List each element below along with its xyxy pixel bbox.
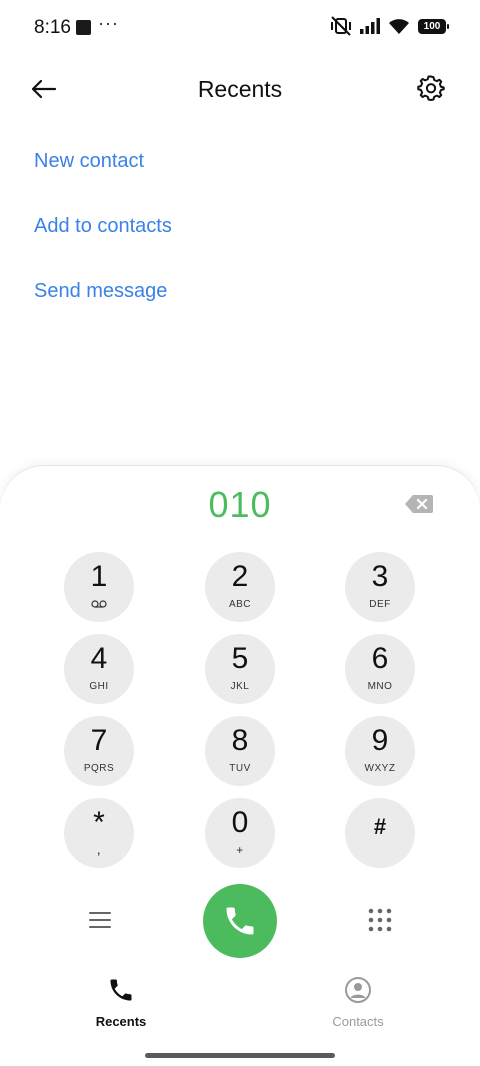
vibrate-off-icon (331, 16, 351, 36)
dialpad-key-1[interactable]: 1 (64, 552, 134, 622)
screen: 8:16 ··· 100 Recents New contact Add to … (0, 0, 480, 1066)
home-indicator[interactable] (145, 1053, 335, 1058)
call-button[interactable] (203, 884, 277, 958)
recent-actions: New contact Add to contacts Send message (34, 146, 172, 341)
tab-contacts[interactable]: Contacts (288, 976, 428, 1029)
status-icons: 100 (330, 16, 449, 36)
key-digit: 4 (90, 642, 108, 675)
bottom-nav: Recents Contacts (0, 976, 480, 1036)
key-digit: 0 (231, 806, 249, 839)
key-letters: DEF (369, 599, 391, 610)
dialpad-key-5[interactable]: 5 JKL (205, 634, 275, 704)
key-letters: + (236, 843, 244, 857)
key-digit: 3 (371, 560, 389, 593)
wifi-icon (389, 18, 409, 34)
send-message-link[interactable]: Send message (34, 276, 172, 341)
settings-button[interactable] (416, 73, 448, 105)
menu-button[interactable] (86, 906, 114, 934)
key-digit: * (93, 806, 105, 839)
dialpad-key-7[interactable]: 7 PQRS (64, 716, 134, 786)
tab-recents[interactable]: Recents (51, 976, 191, 1029)
key-letters: GHI (89, 681, 109, 692)
phone-icon (226, 907, 254, 935)
voicemail-icon (91, 600, 107, 608)
key-letters: , (96, 841, 102, 857)
key-digit: # (373, 814, 387, 839)
page-title: Recents (197, 76, 283, 102)
dialpad-grid-icon (368, 908, 392, 932)
key-digit: 5 (231, 642, 249, 675)
key-digit: 9 (371, 724, 389, 757)
key-digit: 7 (90, 724, 108, 757)
add-to-contacts-link[interactable]: Add to contacts (34, 211, 172, 276)
tab-label: Recents (95, 1014, 147, 1029)
new-contact-link[interactable]: New contact (34, 146, 172, 211)
dialpad-key-9[interactable]: 9 WXYZ (345, 716, 415, 786)
dialpad-key-4[interactable]: 4 GHI (64, 634, 134, 704)
key-digit: 2 (231, 560, 249, 593)
dialpad-key-2[interactable]: 2 ABC (205, 552, 275, 622)
key-letters: WXYZ (364, 763, 396, 774)
key-letters: MNO (367, 681, 393, 692)
dialpad-key-star[interactable]: * , (64, 798, 134, 868)
dialpad-toggle-button[interactable] (366, 906, 394, 934)
gear-icon (417, 75, 445, 101)
key-letters: JKL (230, 681, 250, 692)
key-digit: 8 (231, 724, 249, 757)
signal-icon (360, 18, 380, 34)
key-letters: TUV (229, 763, 251, 774)
dialpad-key-8[interactable]: 8 TUV (205, 716, 275, 786)
backspace-icon (405, 495, 433, 513)
more-notifications-icon: ··· (98, 13, 119, 33)
key-letters: PQRS (83, 763, 115, 774)
key-digit: 1 (90, 560, 108, 593)
key-digit: 6 (371, 642, 389, 675)
tab-label: Contacts (332, 1014, 384, 1029)
backspace-button[interactable] (404, 494, 434, 514)
battery-icon: 100 (418, 18, 449, 34)
dialpad-key-0[interactable]: 0 + (205, 798, 275, 868)
notification-square-icon (76, 20, 91, 35)
status-time: 8:16 (34, 17, 71, 38)
menu-icon (89, 912, 111, 928)
header: Recents (0, 62, 480, 118)
phone-icon (110, 979, 132, 1001)
person-circle-icon (345, 977, 371, 1003)
dialpad-key-3[interactable]: 3 DEF (345, 552, 415, 622)
dialpad-key-6[interactable]: 6 MNO (345, 634, 415, 704)
dialpad-key-hash[interactable]: # (345, 798, 415, 868)
status-bar: 8:16 ··· 100 (0, 0, 480, 56)
key-letters: ABC (228, 599, 252, 610)
